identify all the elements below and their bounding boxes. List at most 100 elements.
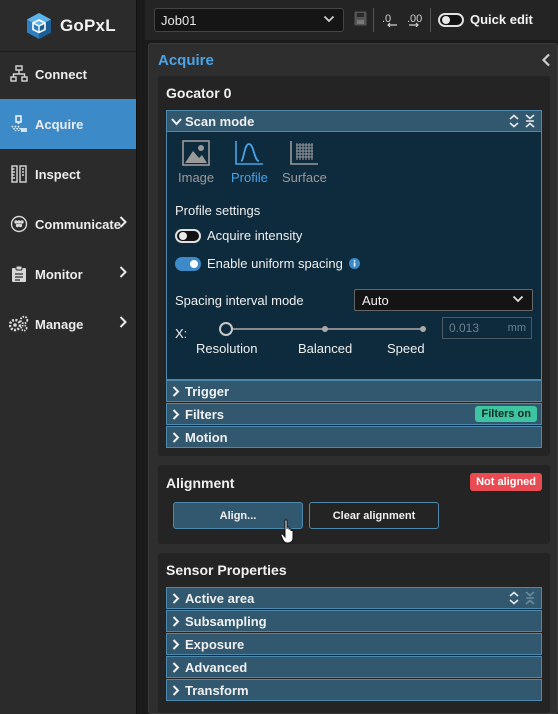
- mode-image[interactable]: Image: [178, 140, 214, 185]
- trigger-section[interactable]: Trigger: [166, 380, 542, 402]
- increase-decimals-icon[interactable]: .00: [407, 11, 425, 30]
- decrease-decimals-icon[interactable]: .0: [382, 11, 398, 30]
- sensor-properties-title: Sensor Properties: [166, 562, 287, 578]
- sensor-title: Gocator 0: [166, 85, 232, 101]
- acquire-intensity-switch[interactable]: [175, 228, 201, 243]
- nav-label-acquire: Acquire: [35, 116, 84, 132]
- gears-icon: [9, 314, 29, 334]
- mode-surface[interactable]: Surface: [282, 140, 327, 185]
- spacing-slider-handle[interactable]: [219, 322, 233, 336]
- nav-item-manage[interactable]: Manage: [0, 299, 136, 349]
- chevron-right-icon: [167, 385, 185, 397]
- network-icon: [9, 64, 29, 84]
- acquire-icon: [9, 114, 29, 134]
- filters-on-badge: Filters on: [475, 406, 537, 422]
- sensor-card: Gocator 0 Scan mode Image Profile Surfac…: [158, 76, 550, 456]
- info-icon[interactable]: [348, 258, 360, 269]
- uniform-spacing-switch[interactable]: [175, 256, 201, 271]
- slider-stop-balanced[interactable]: [322, 326, 328, 332]
- scan-mode-body: Image Profile Surface Profile settings A…: [166, 132, 542, 380]
- job-select-value: Job01: [161, 12, 197, 28]
- trigger-label: Trigger: [185, 383, 230, 399]
- alignment-card: Alignment Not aligned Align... Clear ali…: [158, 465, 550, 544]
- profile-icon: [235, 141, 264, 165]
- motion-section[interactable]: Motion: [166, 426, 542, 448]
- x-label: X:: [175, 326, 188, 341]
- collapse-all-icon[interactable]: [525, 114, 535, 128]
- surface-icon: [290, 141, 319, 165]
- acquire-intensity-row: Acquire intensity: [175, 228, 302, 243]
- spacing-mode-value: Auto: [362, 292, 389, 308]
- subsampling-label: Subsampling: [185, 613, 267, 629]
- quick-edit-label: Quick edit: [470, 12, 533, 27]
- active-area-section[interactable]: Active area: [166, 587, 542, 609]
- chevron-down-icon: [323, 13, 335, 28]
- toolbar-divider: [373, 8, 374, 32]
- x-spacing-input: 0.013 mm: [442, 317, 532, 339]
- chevron-right-icon: [167, 592, 185, 604]
- mode-profile-label: Profile: [231, 170, 268, 185]
- hand-cursor-icon: [280, 519, 294, 544]
- nav-item-connect[interactable]: Connect: [0, 49, 136, 99]
- uniform-spacing-label: Enable uniform spacing: [207, 256, 343, 271]
- nav-label-monitor: Monitor: [35, 266, 83, 282]
- toolbar-divider: [430, 8, 431, 32]
- slider-stop-speed[interactable]: [420, 326, 426, 332]
- communicate-icon: [9, 214, 29, 234]
- nav-item-inspect[interactable]: Inspect: [0, 149, 136, 199]
- spacing-mode-label: Spacing interval mode: [175, 293, 304, 308]
- uniform-spacing-row: Enable uniform spacing: [175, 256, 360, 271]
- filters-label: Filters: [185, 406, 225, 422]
- job-select[interactable]: Job01: [154, 8, 344, 32]
- nav-label-manage: Manage: [35, 316, 84, 332]
- chevron-right-icon: [167, 408, 185, 420]
- chevron-down-icon: [167, 117, 185, 126]
- nav-label-inspect: Inspect: [35, 166, 81, 182]
- slider-label-resolution: Resolution: [196, 341, 258, 356]
- chevron-right-icon: [167, 661, 185, 673]
- expand-all-icon[interactable]: [509, 114, 519, 128]
- chevron-right-icon: [167, 638, 185, 650]
- nav-item-communicate[interactable]: Communicate: [0, 199, 136, 249]
- slider-label-balanced: Balanced: [298, 341, 353, 356]
- active-area-label: Active area: [185, 590, 255, 606]
- profile-settings-label: Profile settings: [175, 203, 261, 218]
- cube-logo-icon: [27, 12, 51, 39]
- spacing-mode-select[interactable]: Auto: [354, 289, 533, 311]
- advanced-section[interactable]: Advanced: [166, 656, 542, 678]
- quick-edit-toggle[interactable]: Quick edit: [438, 12, 533, 27]
- save-icon[interactable]: [354, 11, 367, 29]
- chevron-down-icon: [512, 293, 524, 308]
- chevron-left-icon[interactable]: [541, 53, 551, 70]
- acquire-panel: Acquire Gocator 0 Scan mode Image Profil…: [148, 43, 558, 714]
- filters-section[interactable]: Filters Filters on: [166, 403, 542, 425]
- nav-item-acquire[interactable]: Acquire: [0, 99, 136, 149]
- mode-surface-label: Surface: [282, 170, 327, 185]
- alignment-title: Alignment: [166, 475, 235, 491]
- scan-mode-header[interactable]: Scan mode: [166, 110, 542, 132]
- top-toolbar: Job01 .0 .00 Quick edit: [145, 0, 558, 40]
- motion-label: Motion: [185, 429, 228, 445]
- chevron-right-icon: [167, 431, 185, 443]
- nav-label-communicate: Communicate: [35, 216, 121, 232]
- clear-alignment-button[interactable]: Clear alignment: [309, 502, 439, 529]
- transform-section[interactable]: Transform: [166, 679, 542, 701]
- quick-edit-switch[interactable]: [438, 12, 464, 27]
- sensor-properties-card: Sensor Properties Active area Subsamplin…: [158, 553, 550, 713]
- exposure-section[interactable]: Exposure: [166, 633, 542, 655]
- x-spacing-unit: mm: [507, 322, 526, 334]
- not-aligned-badge: Not aligned: [470, 473, 542, 491]
- app-name: GoPxL: [60, 15, 116, 35]
- image-icon: [182, 140, 210, 166]
- chevron-right-icon: [167, 615, 185, 627]
- nav-item-monitor[interactable]: Monitor: [0, 249, 136, 299]
- chevron-right-icon: [167, 684, 185, 696]
- monitor-icon: [9, 264, 29, 284]
- mode-profile[interactable]: Profile: [231, 140, 268, 185]
- collapse-all-icon[interactable]: [525, 591, 535, 605]
- svg-text:.00: .00: [407, 13, 422, 25]
- advanced-label: Advanced: [185, 659, 248, 675]
- subsampling-section[interactable]: Subsampling: [166, 610, 542, 632]
- panel-title: Acquire: [158, 52, 214, 69]
- expand-all-icon[interactable]: [509, 591, 519, 605]
